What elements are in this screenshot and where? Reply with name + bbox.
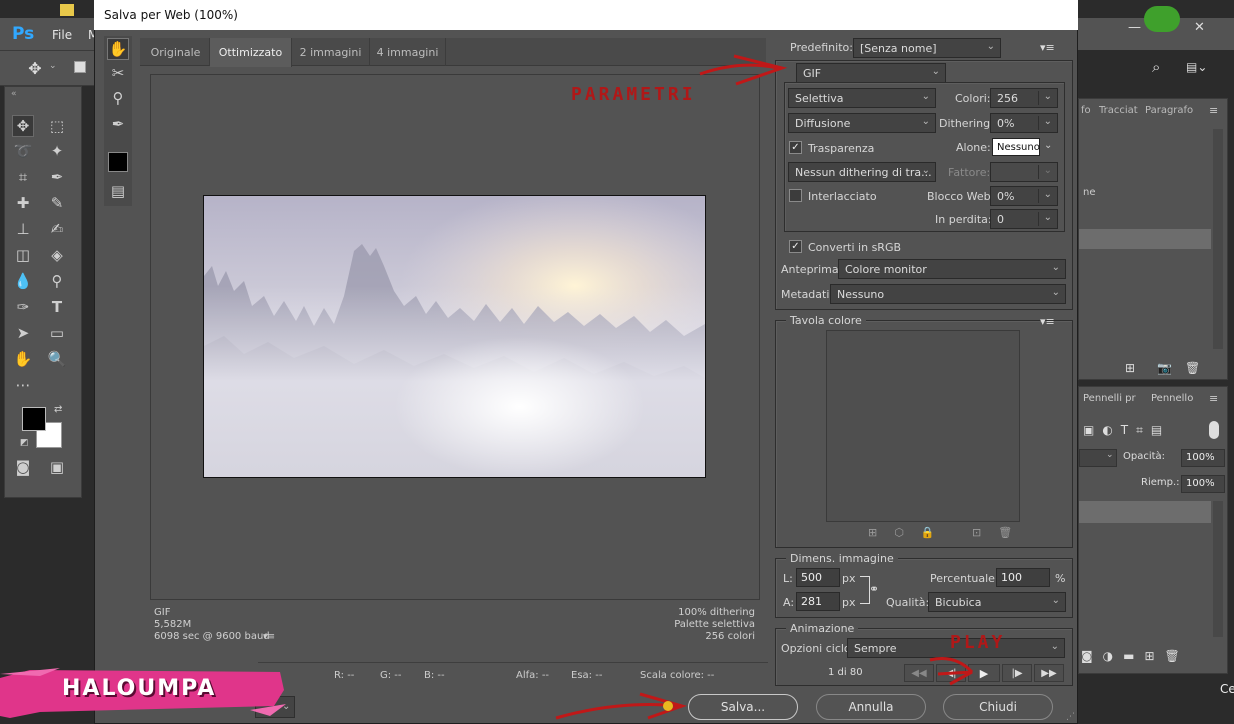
save-highlight-dot [663,701,673,711]
brand-text: HALOUMPA [62,676,217,701]
brand-banner: HALOUMPA [0,660,290,724]
arrow-to-save [555,703,681,720]
annotation-arrows [555,54,974,720]
arrowhead-play [937,670,973,686]
arrowhead-format [733,54,788,86]
foreground-color-swatch[interactable] [22,407,46,431]
arrow-to-play [929,657,974,674]
